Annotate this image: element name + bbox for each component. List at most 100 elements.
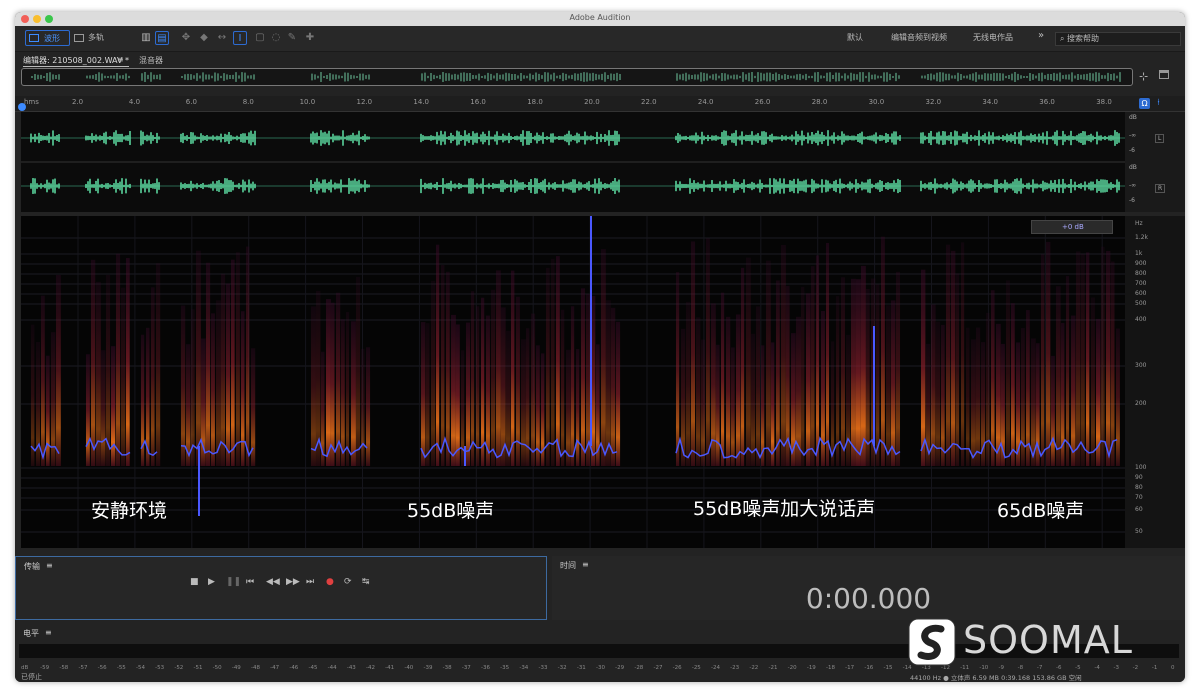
level-tick: -23 bbox=[730, 665, 740, 671]
move-tool-icon[interactable]: ✥ bbox=[179, 31, 193, 45]
watermark-text: SOOMAL bbox=[963, 618, 1133, 662]
left-channel-button[interactable]: L bbox=[1155, 134, 1165, 143]
multitrack-mode-button[interactable]: 多轨 bbox=[73, 30, 113, 46]
frequency-tick: 100 bbox=[1135, 464, 1147, 471]
workspace-radio[interactable]: 无线电作品 bbox=[973, 32, 1013, 43]
soomal-logo-icon bbox=[908, 618, 956, 666]
level-tick: -35 bbox=[500, 665, 510, 671]
frequency-tick: 1k bbox=[1135, 250, 1143, 257]
heal-tool-icon[interactable]: ✚ bbox=[303, 31, 317, 45]
right-channel-button[interactable]: R bbox=[1155, 184, 1166, 193]
level-tick: -55 bbox=[116, 665, 126, 671]
level-tick: -26 bbox=[672, 665, 682, 671]
fast-forward-icon[interactable]: ▶▶ bbox=[286, 577, 300, 587]
level-tick: -44 bbox=[327, 665, 337, 671]
level-tick: -59 bbox=[40, 665, 50, 671]
spectrogram-canvas bbox=[21, 216, 1125, 548]
ruler-tick: 4.0 bbox=[128, 98, 141, 106]
stop-icon[interactable]: ■ bbox=[190, 577, 199, 587]
level-tick: -20 bbox=[787, 665, 797, 671]
frequency-tick: 900 bbox=[1135, 260, 1147, 267]
playhead-marker[interactable] bbox=[18, 103, 26, 111]
level-tick: -39 bbox=[423, 665, 433, 671]
level-tick: -45 bbox=[308, 665, 318, 671]
loop-icon[interactable]: ⟳ bbox=[344, 577, 352, 587]
spectral-view-icon[interactable]: ▥ bbox=[139, 31, 153, 45]
transport-panel: 传输 ≡ ■ ▶ ❚❚ ⏮ ◀◀ ▶▶ ⏭ ● ⟳ ↹ bbox=[15, 556, 547, 620]
ruler-tick: 2.0 bbox=[72, 98, 84, 106]
frequency-view-icon[interactable]: ▤ bbox=[155, 31, 169, 45]
search-icon: ⌕ bbox=[1060, 34, 1068, 43]
level-tick: -34 bbox=[519, 665, 529, 671]
time-title: 时间 bbox=[560, 561, 576, 570]
workspace-edit-video[interactable]: 编辑音频到视频 bbox=[891, 32, 947, 43]
skip-start-icon[interactable]: ⏮ bbox=[246, 577, 254, 587]
amplitude-scale: dB -∞ -6 L dB -∞ -6 R bbox=[1125, 112, 1185, 212]
headphone-icon[interactable]: Ω bbox=[1139, 98, 1150, 109]
time-menu-icon[interactable]: ≡ bbox=[582, 560, 589, 569]
transport-menu-icon[interactable]: ≡ bbox=[46, 561, 53, 570]
level-tick: -41 bbox=[385, 665, 395, 671]
timeline-ruler[interactable]: hms 2.0 4.0 6.0 8.0 10.0 12.0 14.0 16.0 18.0 20.0… bbox=[15, 96, 1185, 112]
level-tick: -16 bbox=[864, 665, 874, 671]
level-tick: -52 bbox=[174, 665, 184, 671]
search-help-field[interactable]: ⌕ 搜索帮助 bbox=[1055, 32, 1181, 46]
overview-scrollbar[interactable] bbox=[21, 68, 1133, 86]
more-workspaces-button[interactable]: » bbox=[1038, 30, 1044, 41]
caption-65db: 65dB噪声 bbox=[997, 500, 1085, 522]
level-tick: -22 bbox=[749, 665, 759, 671]
level-tick: -25 bbox=[691, 665, 701, 671]
spectral-display[interactable]: +0 dB 安静环境 55dB噪声 55dB噪声加大说话声 65dB噪声 bbox=[21, 216, 1125, 548]
record-icon[interactable]: ● bbox=[326, 577, 334, 587]
level-tick: -56 bbox=[97, 665, 107, 671]
razor-tool-icon[interactable]: ◆ bbox=[197, 31, 211, 45]
time-selection-tool-icon[interactable]: I bbox=[233, 31, 247, 45]
zoom-navigator-icon[interactable]: ⊹ bbox=[1139, 70, 1148, 83]
level-tick: -15 bbox=[883, 665, 893, 671]
ruler-tick: 6.0 bbox=[185, 98, 197, 106]
frequency-tick: 70 bbox=[1135, 494, 1143, 501]
pause-icon[interactable]: ❚❚ bbox=[226, 577, 241, 587]
ruler-unit: hms bbox=[24, 98, 39, 106]
overview-waveform bbox=[31, 72, 1121, 82]
level-tick: -18 bbox=[826, 665, 835, 671]
app-window: Adobe Audition 波形 多轨 ▥ ▤ ✥ ◆ ↔ I ▢ ◌ ✎ ✚… bbox=[15, 12, 1185, 682]
slip-tool-icon[interactable]: ↔ bbox=[215, 31, 229, 45]
marquee-tool-icon[interactable]: ▢ bbox=[253, 31, 267, 45]
spectral-gain-hud[interactable]: +0 dB bbox=[1031, 220, 1113, 234]
levels-title: 电平 bbox=[23, 629, 39, 638]
frequency-scale: Hz 1.2k 1k 900 800 700 600 500 400 300 200 100 90 80… bbox=[1125, 216, 1185, 548]
db-label-bottom: dB bbox=[1129, 164, 1137, 171]
db-label-top: dB bbox=[1129, 114, 1137, 121]
editor-tab-menu-icon[interactable]: ≡ bbox=[117, 55, 124, 64]
status-info: 44100 Hz ● 立体声 6.59 MB 0:39.168 153.86 G… bbox=[910, 674, 1082, 682]
workspace-default[interactable]: 默认 bbox=[847, 32, 863, 43]
level-tick: -17 bbox=[845, 665, 855, 671]
level-tick: -28 bbox=[634, 665, 644, 671]
play-icon[interactable]: ▶ bbox=[208, 577, 215, 587]
level-tick: -37 bbox=[461, 665, 471, 671]
brush-tool-icon[interactable]: ✎ bbox=[285, 31, 299, 45]
level-tick: -42 bbox=[366, 665, 375, 671]
frequency-tick: 500 bbox=[1135, 300, 1147, 307]
ruler-tick: 22.0 bbox=[641, 98, 657, 106]
neg-inf-label-top: -∞ bbox=[1129, 132, 1137, 139]
waveform-canvas bbox=[21, 130, 1125, 194]
search-help-placeholder: 搜索帮助 bbox=[1067, 34, 1100, 43]
multitrack-icon bbox=[74, 34, 84, 42]
level-tick: -51 bbox=[193, 665, 203, 671]
level-tick: -36 bbox=[481, 665, 490, 671]
editor-tab[interactable]: 编辑器: 210508_002.WAV * bbox=[23, 55, 130, 67]
skip-end-icon[interactable]: ⏭ bbox=[306, 577, 314, 587]
mixer-tab[interactable]: 混音器 bbox=[139, 55, 163, 66]
levels-menu-icon[interactable]: ≡ bbox=[45, 628, 52, 637]
lasso-tool-icon[interactable]: ◌ bbox=[269, 31, 283, 45]
panel-toggle-icon[interactable] bbox=[1159, 70, 1169, 79]
soomal-watermark: SOOMAL bbox=[905, 615, 1175, 673]
waveform-mode-button[interactable]: 波形 bbox=[25, 30, 70, 46]
level-tick: -27 bbox=[653, 665, 663, 671]
pin-icon[interactable]: ⍿ bbox=[1153, 98, 1164, 109]
waveform-display[interactable] bbox=[21, 112, 1125, 212]
rewind-icon[interactable]: ◀◀ bbox=[266, 577, 280, 587]
skip-selection-icon[interactable]: ↹ bbox=[362, 577, 370, 587]
